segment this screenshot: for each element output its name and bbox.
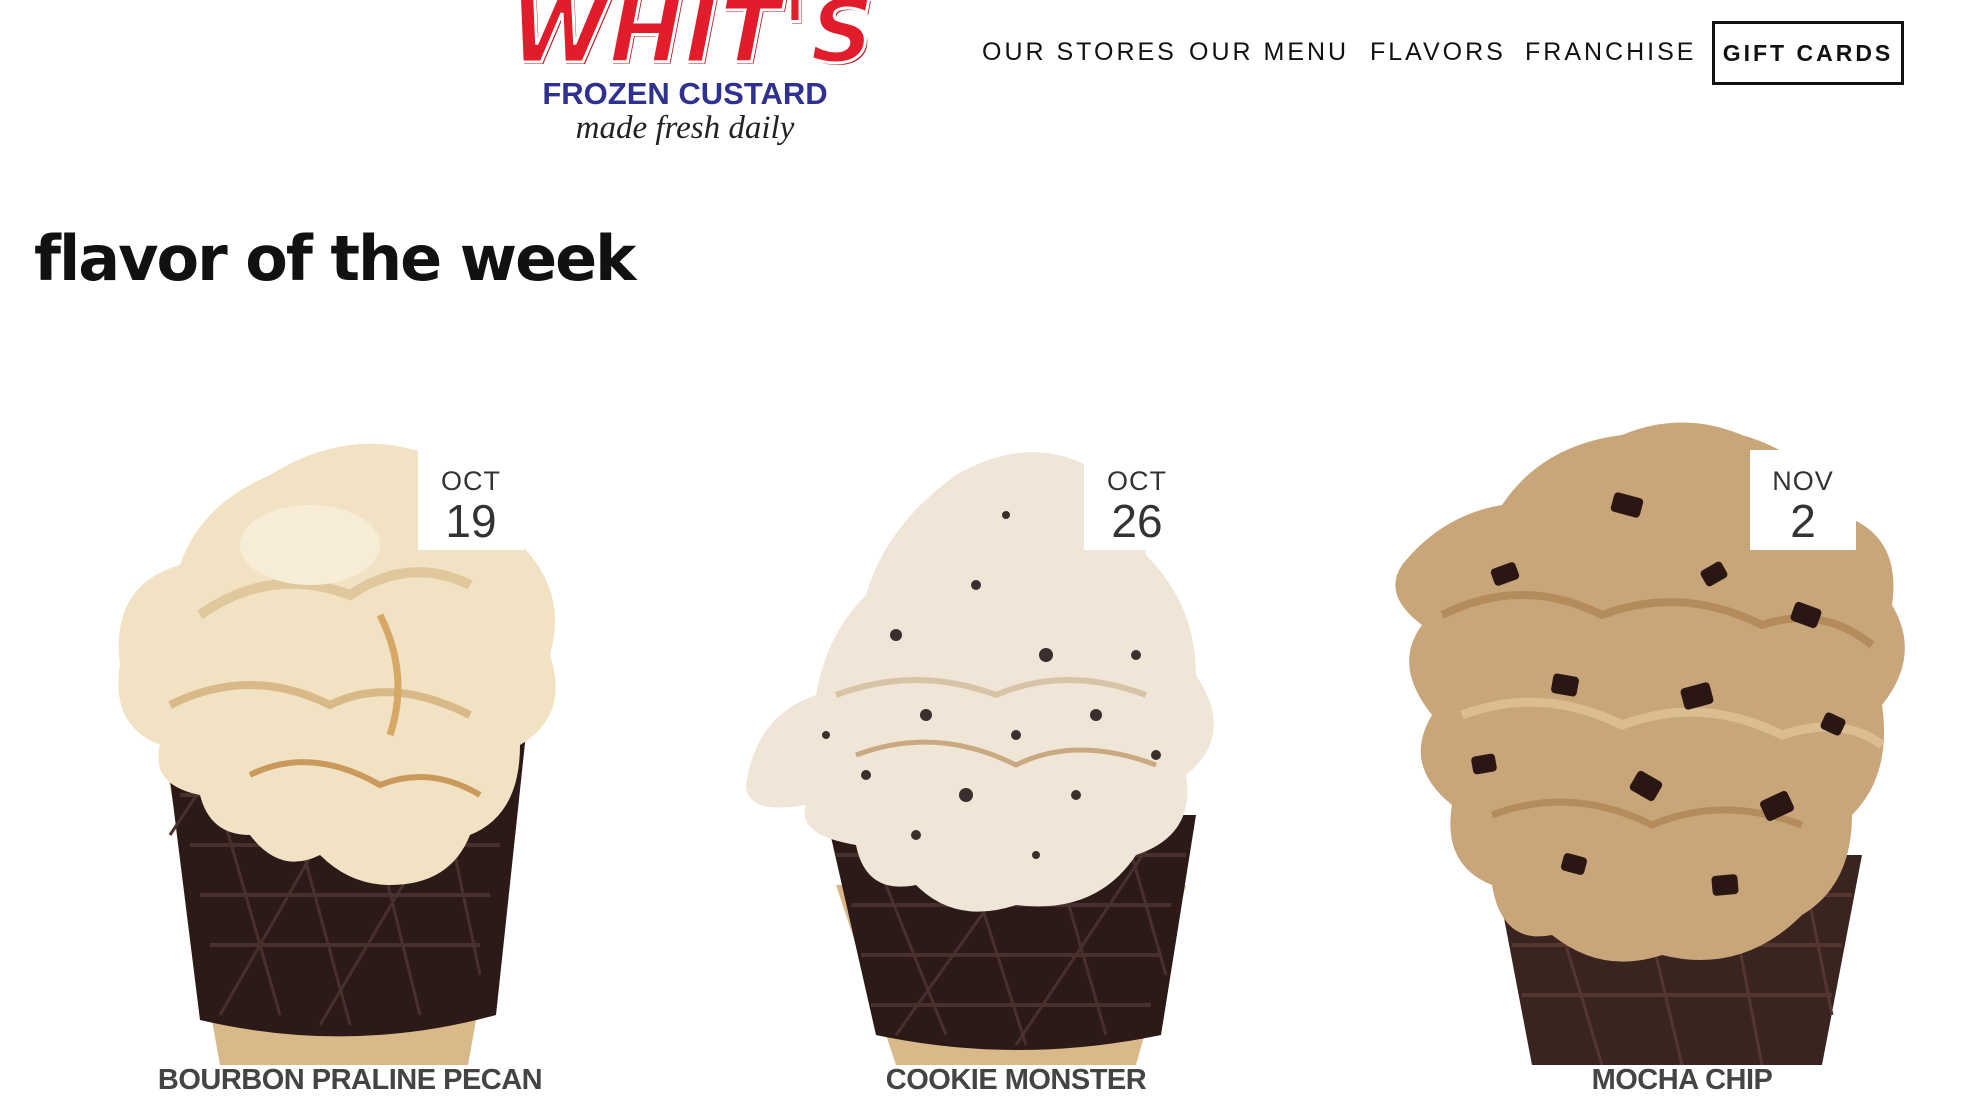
date-day: 2 [1790,495,1816,547]
date-day: 26 [1111,495,1163,547]
date-badge: OCT 26 [1084,450,1190,550]
date-month: NOV [1772,466,1834,496]
page-title: flavor of the week [34,222,636,295]
gift-cards-button[interactable]: GIFT CARDS [1712,21,1904,85]
logo-tagline: made fresh daily [575,110,795,146]
main-nav: OUR STORES OUR MENU FLAVORS FRANCHISE [0,38,1966,78]
nav-link-our-stores[interactable]: OUR STORES [982,38,1177,67]
flavor-name[interactable]: COOKIE MONSTER [716,1064,1316,1097]
flavor-image-mocha-chip[interactable] [1382,415,1966,1065]
flavor-image-bourbon-praline-pecan[interactable] [50,415,650,1065]
nav-link-our-menu[interactable]: OUR MENU [1189,38,1349,67]
date-month: OCT [1107,466,1167,496]
flavor-name[interactable]: MOCHA CHIP [1382,1064,1966,1097]
date-badge: NOV 2 [1750,450,1856,550]
logo-subtitle: FROZEN CUSTARD [542,76,828,111]
flavor-image-cookie-monster[interactable] [716,415,1316,1065]
date-badge: OCT 19 [418,450,524,550]
date-day: 19 [445,495,497,547]
flavor-card: NOV 2 MOCHA CHIP [1382,415,1966,1106]
nav-link-flavors[interactable]: FLAVORS [1370,38,1506,67]
date-month: OCT [441,466,501,496]
nav-link-franchise[interactable]: FRANCHISE [1525,38,1696,67]
flavor-card: OCT 19 BOURBON PRALINE PECAN [50,415,650,1106]
flavor-name[interactable]: BOURBON PRALINE PECAN [50,1064,650,1097]
flavor-card: OCT 26 COOKIE MONSTER [716,415,1316,1106]
